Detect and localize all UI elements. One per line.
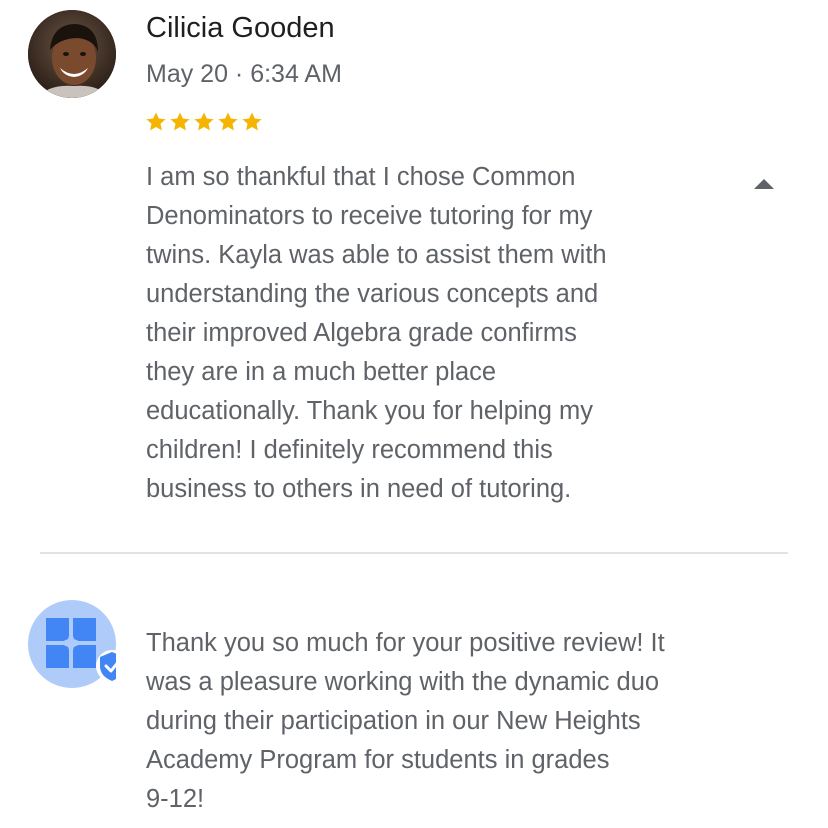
review-text-line: their improved Algebra grade confirms [146, 319, 577, 347]
collapse-review-button[interactable] [748, 172, 780, 196]
review-text-line: children! I definitely recommend this [146, 436, 553, 464]
star-icon [170, 112, 190, 131]
star-icon [218, 112, 238, 131]
owner-reply-line: Academy Program for students in grades [146, 746, 610, 774]
review-date: May 20 · 6:34 AM [146, 60, 342, 88]
star-icon [146, 112, 166, 131]
owner-reply-line: 9-12! [146, 785, 205, 813]
owner-reply-line: was a pleasure working with the dynamic … [146, 668, 660, 696]
owner-reply-line: during their participation in our New He… [146, 707, 641, 735]
owner-reply-text: Thank you so much for your positive revi… [146, 624, 786, 819]
star-icon [194, 112, 214, 131]
star-icon [242, 112, 262, 131]
review-text-line: twins. Kayla was able to assist them wit… [146, 241, 607, 269]
chevron-up-icon [754, 179, 774, 189]
review-text: I am so thankful that I chose Common Deno… [146, 158, 706, 509]
review-text-line: business to others in need of tutoring. [146, 475, 572, 503]
review-text-line: they are in a much better place [146, 358, 497, 386]
business-logo-icon [28, 600, 128, 688]
review-card: Cilicia Gooden May 20 · 6:34 AM I am so … [0, 0, 828, 540]
reviewer-name[interactable]: Cilicia Gooden [146, 12, 335, 45]
review-text-line: understanding the various concepts and [146, 280, 599, 308]
owner-avatar[interactable] [28, 600, 128, 688]
review-text-line: educationally. Thank you for helping my [146, 397, 593, 425]
reviewer-avatar[interactable] [28, 10, 116, 98]
star-rating [144, 110, 264, 134]
review-text-line: I am so thankful that I chose Common [146, 163, 576, 191]
review-text-line: Denominators to receive tutoring for my [146, 202, 593, 230]
owner-reply-line: Thank you so much for your positive revi… [146, 629, 665, 657]
divider [40, 552, 788, 554]
